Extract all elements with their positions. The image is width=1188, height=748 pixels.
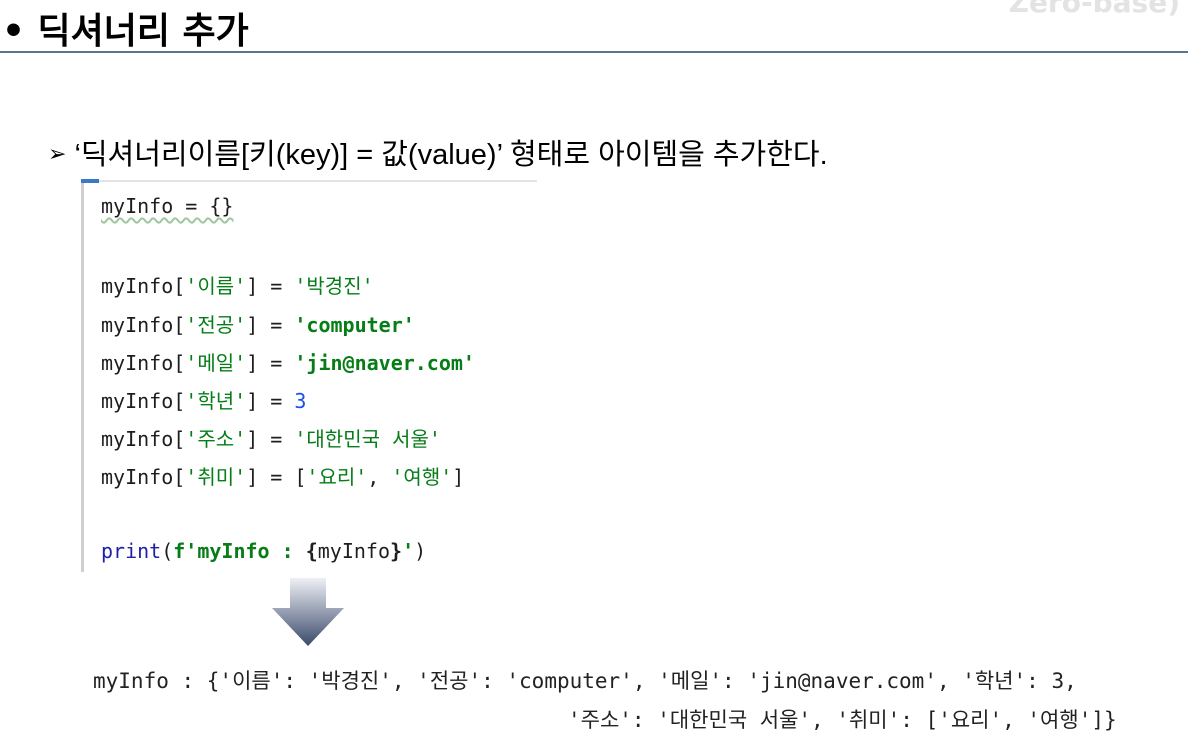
watermark-logo: Zero-base) — [1008, 0, 1180, 19]
code-var: myInfo — [317, 539, 391, 563]
code-mid: ] = [ — [246, 465, 307, 489]
code-key: '주소' — [185, 427, 247, 451]
title-divider — [0, 51, 1188, 53]
code-line-init: myInfo = {} — [101, 194, 234, 218]
code-fstring: ' — [402, 539, 415, 563]
code-mid: ] = — [246, 427, 295, 451]
code-value: 3 — [294, 389, 307, 413]
code-key: '메일' — [185, 351, 247, 375]
code-key: '전공' — [185, 313, 247, 337]
code-value: '요리' — [306, 465, 368, 489]
code-line-assign-email: myInfo['메일'] = 'jin@naver.com' — [101, 347, 475, 376]
code-value: 'computer' — [294, 313, 415, 337]
code-prefix: myInfo[ — [101, 465, 186, 489]
code-value: 'jin@naver.com' — [294, 351, 475, 375]
code-line-assign-major: myInfo['전공'] = 'computer' — [101, 309, 415, 338]
code-mid: ] = — [246, 351, 295, 375]
code-print-fn: print — [101, 539, 162, 563]
code-paren: ( — [161, 539, 174, 563]
slide-title: • 딕셔너리 추가 — [2, 11, 249, 52]
code-prefix: myInfo[ — [101, 274, 186, 298]
code-line-assign-hobby: myInfo['취미'] = ['요리', '여행'] — [101, 461, 464, 490]
code-value: '여행' — [391, 465, 453, 489]
bullet-text: ‘딕셔너리이름[키(key)] = 값(value)’ 형태로 아이템을 추가한… — [74, 139, 828, 171]
bullet-point: ➢ ‘딕셔너리이름[키(key)] = 값(value)’ 형태로 아이템을 추가… — [48, 131, 828, 173]
code-key: '취미' — [185, 465, 247, 489]
code-mid: ] = — [246, 313, 295, 337]
code-value: '박경진' — [294, 274, 374, 298]
code-brace: } — [390, 539, 403, 563]
code-key: '학년' — [185, 389, 247, 413]
code-brace: { — [305, 539, 318, 563]
output-line-1: myInfo : {'이름': '박경진', '전공': 'computer',… — [93, 669, 1077, 693]
code-line-assign-name: myInfo['이름'] = '박경진' — [101, 270, 374, 299]
code-editor-panel: myInfo = {} myInfo['이름'] = '박경진' myInfo[… — [81, 179, 537, 572]
code-mid: ] = — [246, 389, 295, 413]
code-close: ] — [452, 465, 465, 489]
code-sep: , — [367, 465, 392, 489]
code-prefix: myInfo[ — [101, 313, 186, 337]
code-line-assign-address: myInfo['주소'] = '대한민국 서울' — [101, 423, 441, 452]
code-paren: ) — [414, 539, 427, 563]
down-arrow-icon — [272, 578, 344, 646]
code-line-assign-grade: myInfo['학년'] = 3 — [101, 385, 306, 414]
code-value: '대한민국 서울' — [294, 427, 441, 451]
code-line-print: print(f'myInfo : {myInfo}') — [101, 539, 426, 563]
bullet-arrow-icon: ➢ — [48, 141, 67, 166]
code-fstring: f'myInfo : — [173, 539, 306, 563]
code-prefix: myInfo[ — [101, 351, 186, 375]
code-mid: ] = — [246, 274, 295, 298]
output-line-2: '주소': '대한민국 서울', '취미': ['요리', '여행']} — [568, 708, 1117, 732]
code-prefix: myInfo[ — [101, 427, 186, 451]
code-prefix: myInfo[ — [101, 389, 186, 413]
code-key: '이름' — [185, 274, 247, 298]
editor-tab-accent — [81, 179, 99, 183]
